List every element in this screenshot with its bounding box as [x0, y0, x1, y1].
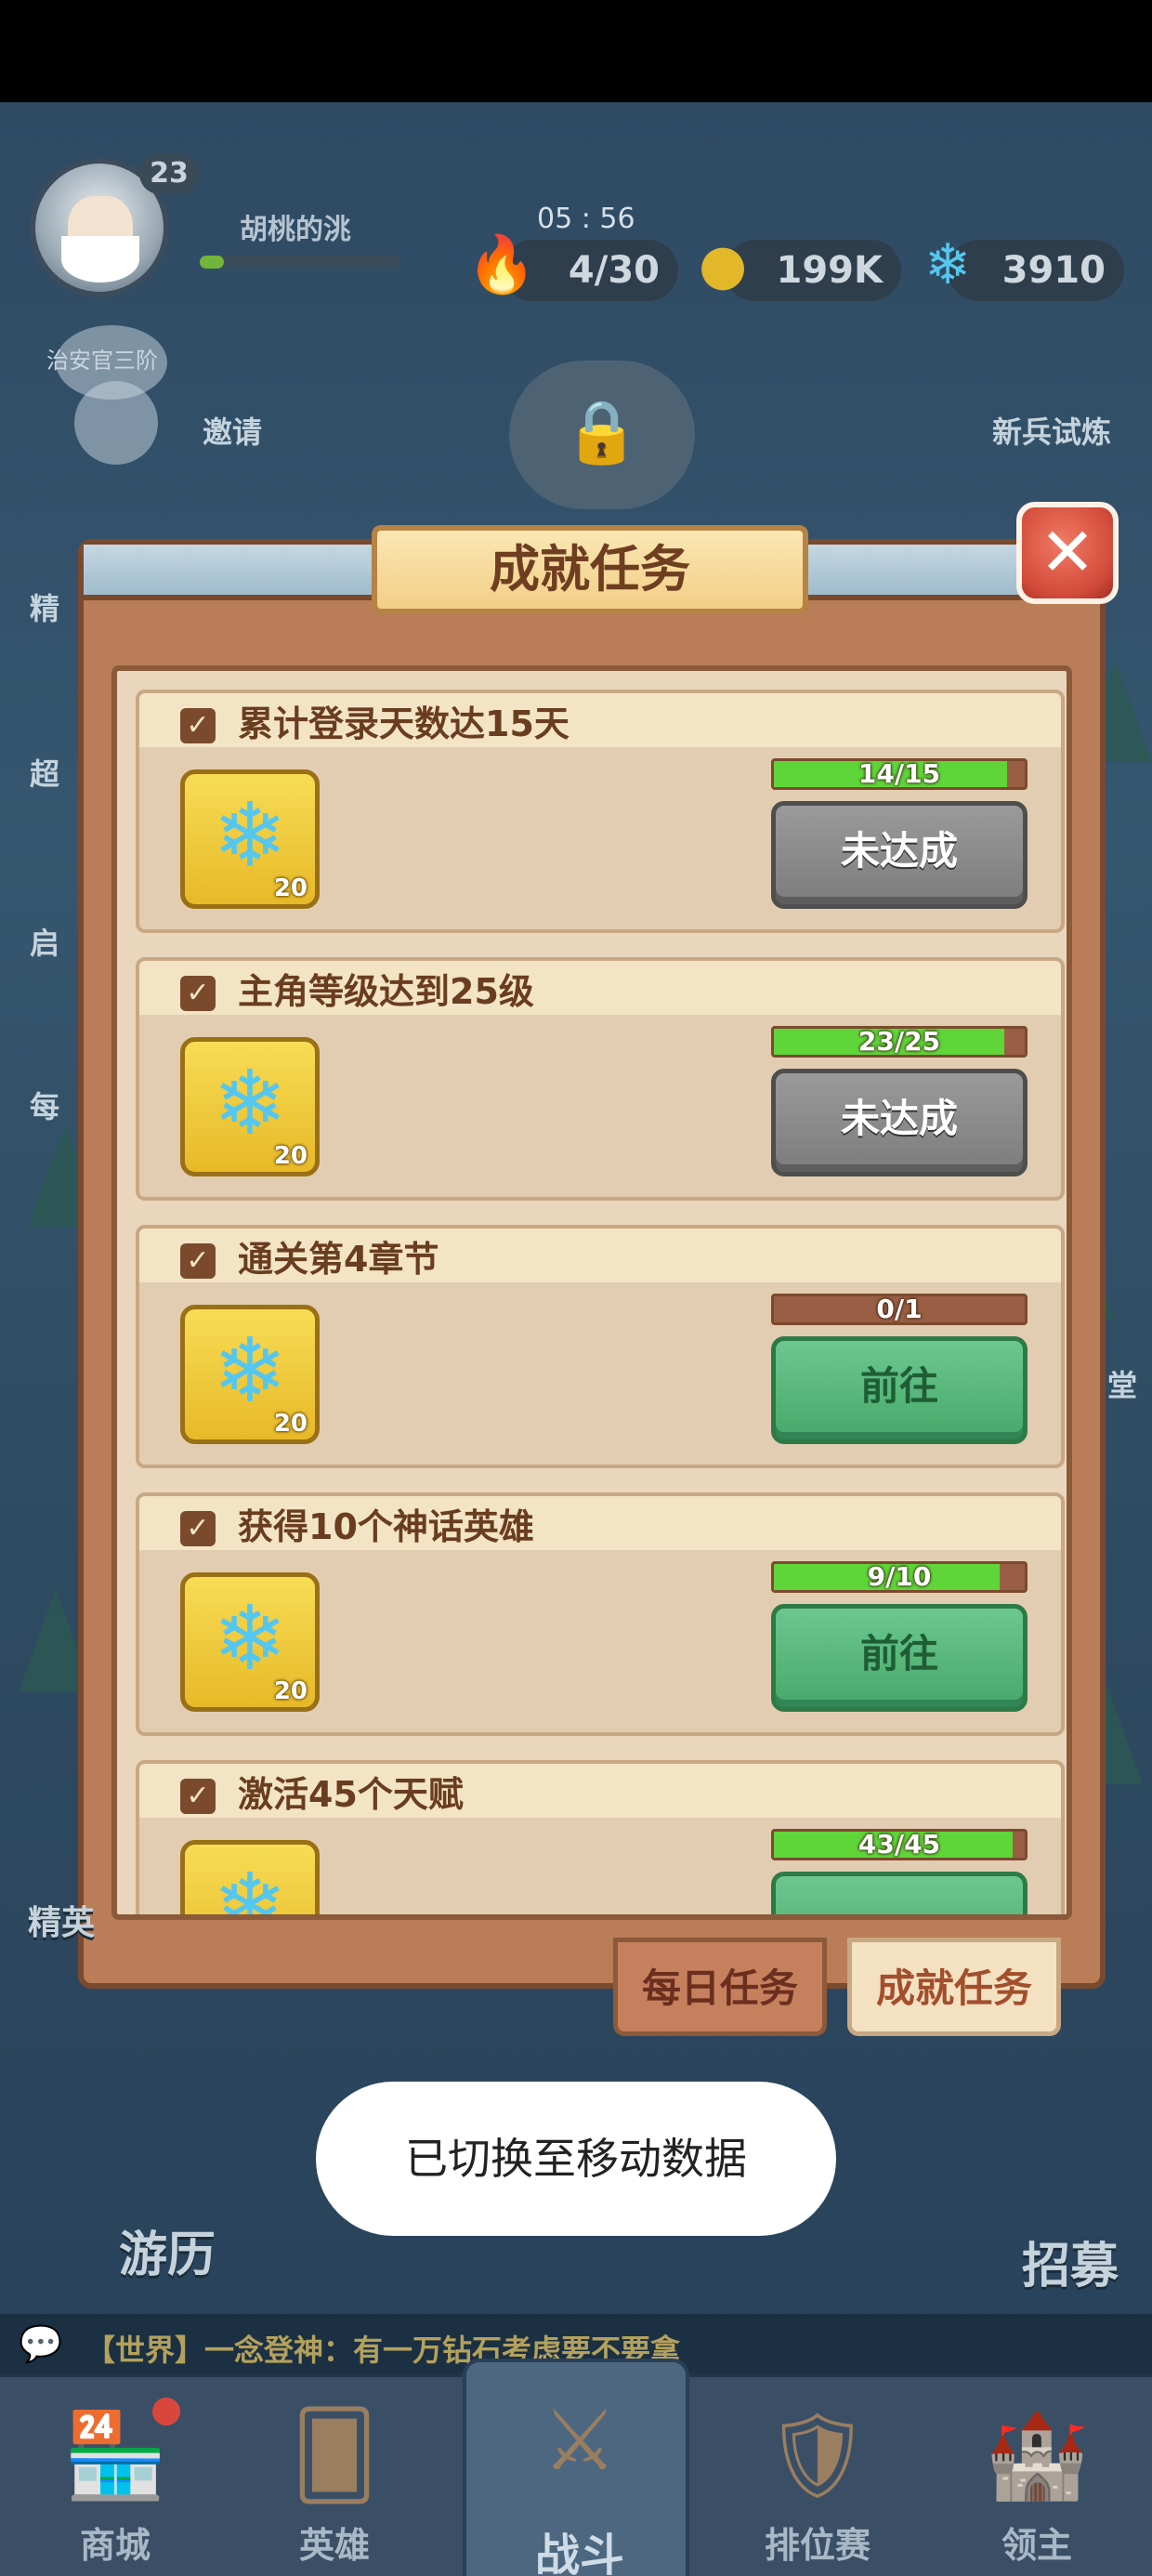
shield-icon: 🛡 [764, 2407, 871, 2504]
reward-count: 20 [273, 874, 308, 902]
reward-item[interactable]: ❄ 20 [180, 1305, 320, 1444]
reward-item[interactable]: ❄ 20 [180, 769, 320, 909]
task-progress-text: 43/45 [857, 1829, 941, 1860]
checkbox-icon: ✓ [180, 976, 216, 1011]
task-item: ✓ 通关第4章节 ❄ 20 0/1 前往 [136, 1225, 1065, 1468]
nav-battle[interactable]: ⚔ 战斗 [463, 2359, 689, 2576]
crystal-icon: ❄ [923, 232, 972, 297]
player-name: 胡桃的洮 [240, 214, 351, 246]
task-item: ✓ 激活45个天赋 ❄ 43/45 [136, 1760, 1065, 1920]
task-title: 累计登录天数达15天 [238, 703, 569, 744]
task-progress-text: 0/1 [876, 1294, 923, 1324]
task-progress-bar: 14/15 [771, 758, 1028, 790]
task-item: ✓ 累计登录天数达15天 ❄ 20 14/15 未达成 [136, 690, 1065, 933]
nav-ranked[interactable]: 🛡 排位赛 [715, 2377, 920, 2576]
task-progress-text: 14/15 [857, 758, 941, 789]
task-title: 获得10个神话英雄 [238, 1506, 534, 1547]
nav-shop[interactable]: 🏪 商城 [13, 2377, 217, 2576]
reward-item[interactable]: ❄ 20 [180, 1037, 320, 1176]
reward-count: 20 [273, 1677, 308, 1705]
side-label-1[interactable]: 精 [30, 585, 59, 628]
reward-count: 20 [273, 1142, 308, 1170]
go-button[interactable]: 前往 [771, 1336, 1028, 1444]
player-rank: 治安官三阶 [46, 348, 158, 374]
task-title: 激活45个天赋 [238, 1774, 464, 1815]
elite-button[interactable]: 精英 [28, 1896, 95, 1944]
side-label-3[interactable]: 启 [30, 920, 59, 963]
task-progress-text: 23/25 [857, 1026, 941, 1057]
close-icon[interactable]: ✕ [1016, 502, 1119, 604]
checkbox-icon: ✓ [180, 1779, 216, 1814]
nav-lord[interactable]: 🏰 领主 [935, 2377, 1139, 2576]
go-button[interactable]: 前往 [771, 1604, 1028, 1712]
side-label-right[interactable]: 堂 [1107, 1362, 1137, 1405]
checkbox-icon: ✓ [180, 708, 216, 743]
reward-item[interactable]: ❄ [180, 1840, 320, 1920]
side-label-4[interactable]: 每 [30, 1084, 59, 1126]
status-bar [0, 0, 1152, 102]
not-achieved-button[interactable]: 未达成 [771, 801, 1028, 909]
recruit-training-button[interactable]: 新兵试炼 [992, 409, 1111, 452]
shop-icon: 🏪 [62, 2407, 168, 2504]
invite-button[interactable]: 邀请 [203, 409, 262, 452]
go-button[interactable] [771, 1872, 1028, 1914]
task-progress-bar: 43/45 [771, 1829, 1028, 1860]
task-list[interactable]: ✓ 累计登录天数达15天 ❄ 20 14/15 未达成 ✓ 主角等级达到25级 [111, 665, 1072, 1920]
stamina-timer: 05 : 56 [537, 203, 635, 235]
task-item: ✓ 主角等级达到25级 ❄ 20 23/25 未达成 [136, 957, 1065, 1201]
recruit-button[interactable]: 招募 [1022, 2227, 1119, 2296]
flame-icon: 🔥 [466, 232, 537, 297]
notification-dot [152, 2398, 180, 2425]
task-progress-text: 9/10 [867, 1561, 932, 1592]
task-progress-bar: 9/10 [771, 1561, 1028, 1593]
bottom-nav: 🏪 商城 🂠 英雄 ⚔ 战斗 🛡 排位赛 🏰 领主 [0, 2359, 1152, 2576]
reward-count: 20 [273, 1410, 308, 1438]
coin-icon: ● [698, 232, 748, 297]
chat-bubble-icon[interactable]: 💬 [19, 2323, 65, 2364]
task-progress-bar: 0/1 [771, 1294, 1028, 1325]
side-label-2[interactable]: 超 [30, 751, 59, 794]
task-progress-bar: 23/25 [771, 1026, 1028, 1058]
crossed-swords-icon: ⚔ [542, 2392, 618, 2490]
castle-banner-icon: 🏰 [984, 2407, 1090, 2504]
checkbox-icon: ✓ [180, 1511, 216, 1546]
tab-achievement-tasks[interactable]: 成就任务 [847, 1938, 1061, 2036]
checkbox-icon: ✓ [180, 1243, 216, 1279]
locked-feature-bubble[interactable]: 🔒 [509, 361, 695, 509]
achievement-modal: ✓ 累计登录天数达15天 ❄ 20 14/15 未达成 ✓ 主角等级达到25级 [78, 539, 1106, 1989]
exp-bar [200, 256, 399, 269]
task-item: ✓ 获得10个神话英雄 ❄ 20 9/10 前往 [136, 1492, 1065, 1736]
travel-button[interactable]: 游历 [119, 2215, 216, 2285]
modal-title: 成就任务 [372, 525, 808, 614]
hero-card-icon: 🂠 [291, 2407, 378, 2504]
reward-item[interactable]: ❄ 20 [180, 1572, 320, 1712]
nav-heroes[interactable]: 🂠 英雄 [232, 2377, 437, 2576]
tab-daily-tasks[interactable]: 每日任务 [613, 1938, 827, 2036]
player-level-badge: 23 [139, 153, 199, 194]
lock-icon: 🔒 [563, 396, 641, 467]
task-title: 通关第4章节 [238, 1239, 439, 1280]
task-title: 主角等级达到25级 [238, 971, 534, 1012]
network-toast: 已切换至移动数据 [316, 2082, 836, 2236]
not-achieved-button[interactable]: 未达成 [771, 1069, 1028, 1176]
crystal-icon: ❄ [212, 1854, 288, 1920]
